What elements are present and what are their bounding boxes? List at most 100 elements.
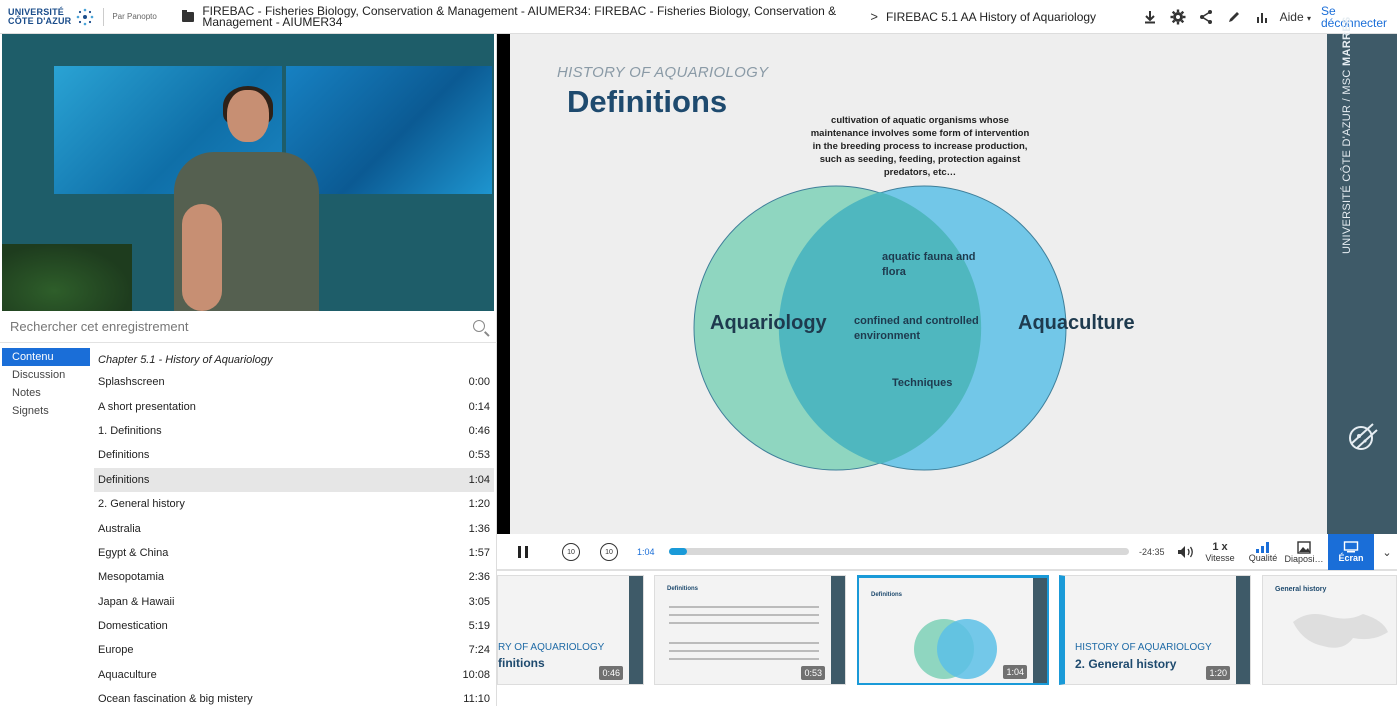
share-icon[interactable] [1192, 0, 1220, 34]
toc-item-time: 1:36 [468, 522, 490, 535]
screen-icon [1343, 541, 1359, 553]
logout-link[interactable]: Se déconnecter [1321, 5, 1397, 29]
toc-item[interactable]: Australia 1:36 [94, 516, 494, 540]
quality-label: Qualité [1248, 553, 1278, 563]
expand-chevron-icon[interactable]: ⌄ [1379, 534, 1395, 570]
breadcrumb-folder[interactable]: FIREBAC - Fisheries Biology, Conservatio… [202, 5, 862, 28]
toc-item-time: 1:57 [468, 546, 490, 559]
presenter-face [227, 90, 269, 142]
forward-10-button[interactable]: 10 [597, 534, 621, 570]
progress-bar[interactable] [669, 548, 1129, 555]
thumbnail-band [629, 576, 643, 684]
current-slide: History of Aquariology Definitions culti… [510, 16, 1397, 534]
table-of-contents: Chapter 5.1 - History of Aquariology Spl… [94, 348, 494, 711]
toc-item-time: 2:36 [468, 571, 490, 584]
university-logo[interactable]: UNIVERSITÉ CÔTE D'AZUR [0, 0, 95, 34]
help-label: Aide [1279, 10, 1304, 24]
toc-item-label: Mesopotamia [98, 571, 165, 584]
current-time: 1:04 [637, 547, 655, 557]
speed-value: 1 x [1212, 541, 1228, 553]
band-text-regular: UNIVERSITÉ CÔTE D'AZUR / MSC [1341, 65, 1353, 254]
toc-item-time: 0:46 [468, 424, 490, 437]
tab-discussion[interactable]: Discussion [0, 366, 90, 384]
toc-item[interactable]: Splashscreen 0:00 [94, 370, 494, 394]
tab-notes[interactable]: Notes [0, 384, 90, 402]
panopto-credit[interactable]: Par Panopto [112, 12, 182, 21]
signal-bars-icon [1256, 542, 1269, 553]
quality-button[interactable]: Qualité [1243, 534, 1283, 570]
toc-item-label: Egypt & China [98, 546, 169, 559]
rewind-10-icon: 10 [562, 543, 580, 561]
settings-gear-icon[interactable] [1164, 0, 1192, 34]
stats-icon[interactable] [1248, 0, 1276, 34]
thumbnail-title: 2. General history [1075, 657, 1177, 671]
screen-button[interactable]: Écran [1328, 534, 1374, 570]
thumbnail-time: 0:46 [599, 666, 623, 680]
venn-label-aquariology: Aquariology [710, 312, 827, 334]
logo-text: UNIVERSITÉ CÔTE D'AZUR [8, 7, 71, 26]
toc-item[interactable]: Definitions 0:53 [94, 443, 494, 467]
slides-button[interactable]: Diaposi… [1283, 534, 1325, 570]
thumbnail-text-line [669, 606, 819, 608]
thumbnail-slide[interactable]: Definitions 0:53 [654, 575, 846, 685]
toc-item-time: 0:53 [468, 449, 490, 462]
thumbnail-slide[interactable]: ry of Aquariology finitions 0:46 [497, 575, 644, 685]
toc-item[interactable]: Domestication 5:19 [94, 614, 494, 638]
tab-signets[interactable]: Signets [0, 402, 90, 420]
speed-label: Vitesse [1205, 553, 1235, 563]
toc-item[interactable]: Japan & Hawaii 3:05 [94, 590, 494, 614]
thumbnail-title: Definitions [667, 586, 698, 592]
toc-item[interactable]: 1. Definitions 0:46 [94, 419, 494, 443]
toc-item-label: Europe [98, 644, 134, 657]
venn-overlap-techniques: Techniques [892, 377, 953, 389]
venn-overlap-environment: confined and controlled environment [854, 315, 979, 342]
thumbnail-kicker: ry of Aquariology [498, 642, 605, 653]
slide-viewer[interactable]: History of Aquariology Definitions culti… [497, 16, 1397, 534]
search-input[interactable] [0, 319, 450, 334]
download-icon[interactable] [1136, 0, 1164, 34]
thumbnail-band [1033, 578, 1047, 683]
thumbnail-kicker: History of Aquariology [1075, 642, 1212, 653]
thumbnail-slide[interactable]: General history [1262, 575, 1397, 685]
screen-label: Écran [1338, 553, 1364, 563]
player-controls: 10 10 1:04 -24:35 1 x Vitesse Qualité Di… [497, 534, 1397, 570]
toc-item[interactable]: Aquaculture 10:08 [94, 663, 494, 687]
toc-item[interactable]: Europe 7:24 [94, 638, 494, 662]
left-panel: Contenu Discussion Notes Signets Chapter… [0, 34, 497, 706]
volume-button[interactable] [1175, 534, 1197, 570]
thumbnail-strip: ry of Aquariology finitions 0:46 Definit… [497, 570, 1397, 706]
thumbnail-band [1236, 576, 1250, 684]
toc-item[interactable]: A short presentation 0:14 [94, 394, 494, 418]
thumbnail-slide[interactable]: History of Aquariology 2. General histor… [1059, 575, 1251, 685]
folder-icon [182, 9, 195, 22]
slides-image-icon [1297, 540, 1311, 554]
edit-pencil-icon[interactable] [1220, 0, 1248, 34]
help-menu[interactable]: Aide ▾ [1280, 10, 1311, 24]
toc-item-label: Australia [98, 522, 141, 535]
toc-item[interactable]: Mesopotamia 2:36 [94, 565, 494, 589]
speed-button[interactable]: 1 x Vitesse [1201, 534, 1239, 570]
toc-item-current[interactable]: Definitions 1:04 [94, 467, 494, 492]
toc-item-time: 5:19 [468, 620, 490, 633]
pause-button[interactable] [511, 534, 535, 570]
presenter-video[interactable] [2, 34, 494, 311]
header-divider [103, 7, 105, 26]
toc-item-label: Splashscreen [98, 376, 165, 389]
rewind-10-button[interactable]: 10 [559, 534, 583, 570]
toc-item[interactable]: Egypt & China 1:57 [94, 541, 494, 565]
toc-item-time: 1:04 [468, 473, 490, 486]
tab-contenu[interactable]: Contenu [2, 348, 90, 366]
top-bar: UNIVERSITÉ CÔTE D'AZUR Par Panopto FIREB… [0, 0, 1397, 34]
video-wall-screen-right [286, 66, 492, 194]
toc-item[interactable]: Ocean fascination & big mistery 11:10 [94, 687, 494, 711]
search-icon[interactable] [473, 320, 485, 332]
thumbnail-venn [914, 619, 997, 679]
toc-item-time: 3:05 [468, 595, 490, 608]
presenter-arm [182, 204, 222, 311]
thumbnail-slide-current[interactable]: Definitions 1:04 [857, 575, 1049, 685]
thumbnail-title: finitions [498, 656, 545, 670]
toc-item-time: 11:10 [463, 693, 490, 706]
toc-item-label: Domestication [98, 620, 168, 633]
toc-item[interactable]: 2. General history 1:20 [94, 492, 494, 516]
toc-item-label: Definitions [98, 473, 150, 486]
